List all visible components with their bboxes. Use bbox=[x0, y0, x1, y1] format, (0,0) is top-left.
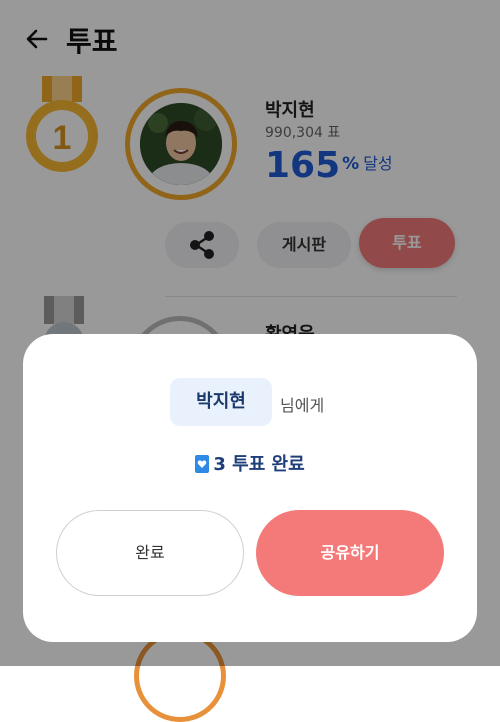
complete-button[interactable]: 완료 bbox=[56, 510, 244, 596]
vote-complete-modal: 박지현 님에게 3 투표 완료 완료 공유하기 bbox=[23, 334, 477, 642]
recipient-suffix: 님에게 bbox=[280, 396, 325, 415]
vote-amount: 3 bbox=[213, 454, 226, 475]
vote-done-message: 3 투표 완료 bbox=[23, 450, 477, 476]
vote-done-text: 투표 완료 bbox=[232, 454, 305, 475]
recipient-name: 박지현 bbox=[170, 378, 272, 426]
share-modal-button[interactable]: 공유하기 bbox=[256, 510, 444, 596]
heart-ticket-icon bbox=[195, 455, 210, 473]
